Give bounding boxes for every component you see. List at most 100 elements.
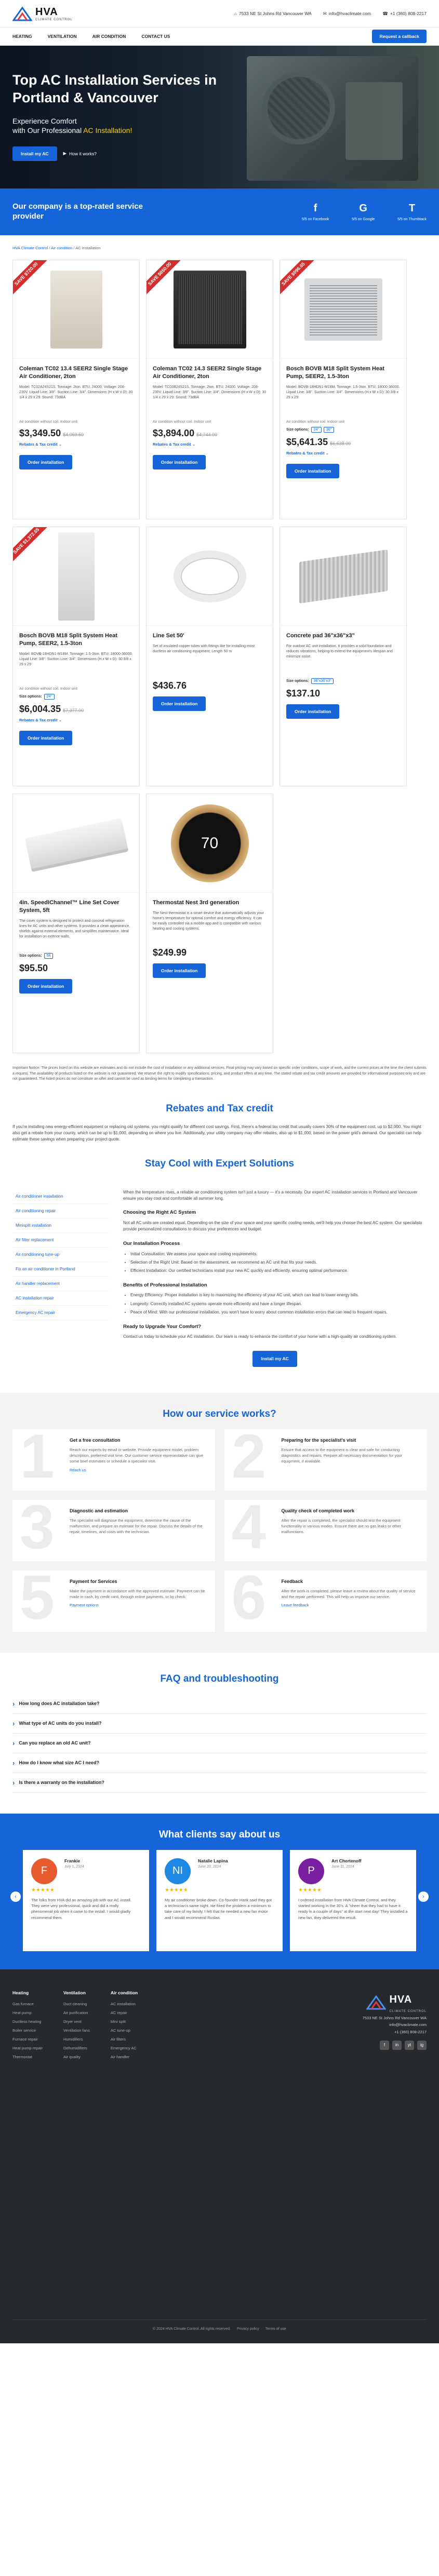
how-it-works-link[interactable]: ▶ How it works? xyxy=(63,151,97,156)
product-name[interactable]: Coleman TC02 13.4 SEER2 Single Stage Air… xyxy=(19,365,133,381)
product-name[interactable]: 4in. SpeedIChannel™ Line Set Cover Syste… xyxy=(19,899,133,915)
sidebar-link[interactable]: Air conditioner installation xyxy=(12,1189,109,1204)
footer-link[interactable]: Heat pump xyxy=(12,2010,43,2015)
size-option[interactable]: 36" xyxy=(323,426,335,433)
nav-air-condition[interactable]: AIR CONDITION xyxy=(92,34,126,39)
footer-link[interactable]: Gas furnace xyxy=(12,2002,43,2006)
install-my-ac-button[interactable]: Install my AC xyxy=(12,146,57,161)
rebates-link[interactable]: Rebates & Tax credit ⌄ xyxy=(19,718,133,722)
order-installation-button[interactable]: Order installation xyxy=(19,978,73,994)
rating-facebook[interactable]: f 5/5 on Facebook xyxy=(302,203,329,221)
privacy-link[interactable]: Privacy policy xyxy=(237,2327,259,2331)
logo[interactable]: HVA CLIMATE CONTROL xyxy=(12,6,73,21)
size-option[interactable]: 24" xyxy=(311,426,322,433)
sidebar-link[interactable]: Emergency AC repair xyxy=(12,1306,109,1320)
nav-heating[interactable]: HEATING xyxy=(12,34,32,39)
footer-link[interactable]: Air purification xyxy=(63,2010,90,2015)
footer-link[interactable]: Emergency AC xyxy=(111,2046,138,2050)
order-installation-button[interactable]: Order installation xyxy=(153,454,206,469)
install-my-ac-button-2[interactable]: Install my AC xyxy=(252,1350,297,1367)
footer-logo[interactable]: HVA CLIMATE CONTROL xyxy=(363,1990,427,2015)
sidebar-link[interactable]: Air conditioning repair xyxy=(12,1204,109,1218)
terms-link[interactable]: Terms of use xyxy=(265,2327,286,2331)
step-link[interactable]: Leave feedback xyxy=(282,1603,419,1607)
footer-link[interactable]: AC installation xyxy=(111,2002,138,2006)
nav-contact-us[interactable]: CONTACT US xyxy=(141,34,170,39)
phone-text[interactable]: +1 (360) 808-2217 xyxy=(390,11,427,16)
rebates-link[interactable]: Rebates & Tax credit ⌄ xyxy=(19,442,133,447)
breadcrumb-air-condition[interactable]: Air condition xyxy=(51,246,72,250)
footer-link[interactable]: Air quality xyxy=(63,2055,90,2059)
footer-link[interactable]: Boiler service xyxy=(12,2028,43,2033)
footer-link[interactable]: Ventilation fans xyxy=(63,2028,90,2033)
breadcrumb-home[interactable]: HVA Climate Control xyxy=(12,246,48,250)
footer-email[interactable]: info@hvaclimate.com xyxy=(363,2021,427,2029)
faq-item[interactable]: What type of AC units do you install? xyxy=(12,1714,427,1734)
footer-link[interactable]: Thermostat xyxy=(12,2055,43,2059)
faq-item[interactable]: Is there a warranty on the installation? xyxy=(12,1773,427,1793)
footer-link[interactable]: AC tune-up xyxy=(111,2028,138,2033)
footer-link[interactable]: Dehumidifiers xyxy=(63,2046,90,2050)
sidebar-link[interactable]: Fix an air conditioner in Portland xyxy=(12,1262,109,1277)
request-callback-button[interactable]: Request a callback xyxy=(372,30,427,43)
product-image-wrap[interactable] xyxy=(280,527,406,626)
sidebar-link[interactable]: AC installation repair xyxy=(12,1291,109,1306)
rating-google[interactable]: G 5/5 on Google xyxy=(352,203,375,221)
product-image-wrap[interactable] xyxy=(13,794,139,893)
rebates-link[interactable]: Rebates & Tax credit ⌄ xyxy=(153,442,267,447)
footer-link[interactable]: Humidifiers xyxy=(63,2037,90,2042)
footer-link[interactable]: Heat pump repair xyxy=(12,2046,43,2050)
footer-link[interactable]: Mini split xyxy=(111,2019,138,2024)
order-installation-button[interactable]: Order installation xyxy=(153,963,206,978)
footer-link[interactable]: Air handler xyxy=(111,2055,138,2059)
linkedin-icon[interactable]: in xyxy=(392,2041,402,2050)
product-image-wrap[interactable] xyxy=(147,527,273,626)
product-name[interactable]: Bosch BOVB M18 Split System Heat Pump, S… xyxy=(286,365,400,381)
order-installation-button[interactable]: Order installation xyxy=(286,463,340,478)
footer-phone[interactable]: +1 (360) 808-2217 xyxy=(363,2029,427,2036)
faq-item[interactable]: How do I know what size AC I need? xyxy=(12,1753,427,1773)
sidebar-link[interactable]: Air filter replacement xyxy=(12,1233,109,1247)
product-name[interactable]: Thermostat Nest 3rd generation xyxy=(153,899,267,907)
footer-link[interactable]: AC repair xyxy=(111,2010,138,2015)
order-installation-button[interactable]: Order installation xyxy=(19,730,73,745)
order-installation-button[interactable]: Order installation xyxy=(153,696,206,711)
step-link[interactable]: Payment options xyxy=(70,1603,207,1607)
footer-link[interactable]: Dryer vent xyxy=(63,2019,90,2024)
footer-link[interactable]: Air filters xyxy=(111,2037,138,2042)
phone[interactable]: ☎ +1 (360) 808-2217 xyxy=(382,11,427,17)
price-value: $95.50 xyxy=(19,962,48,973)
instagram-icon[interactable]: ig xyxy=(417,2041,427,2050)
product-card: SAVE $720.00 Coleman TC02 13.4 SEER2 Sin… xyxy=(12,260,140,519)
footer-link[interactable]: Duct cleaning xyxy=(63,2002,90,2006)
nav-ventilation[interactable]: VENTILATION xyxy=(48,34,77,39)
footer-link[interactable]: Ductless heating xyxy=(12,2019,43,2024)
rebates-link[interactable]: Rebates & Tax credit ⌄ xyxy=(286,451,400,455)
product-name[interactable]: Coleman TC02 14.3 SEER2 Single Stage Air… xyxy=(153,365,267,381)
how-section: How our service works? 1 Get a free cons… xyxy=(0,1392,439,1653)
next-arrow-icon[interactable]: › xyxy=(418,1891,429,1902)
sidebar-link[interactable]: Minisplit installation xyxy=(12,1218,109,1233)
size-option[interactable]: 5ft xyxy=(44,952,54,959)
order-installation-button[interactable]: Order installation xyxy=(286,704,340,719)
size-option[interactable]: 24" xyxy=(44,693,55,700)
email-text[interactable]: info@hvaclimate.com xyxy=(329,11,371,16)
size-option[interactable]: 36"x36"x3" xyxy=(311,678,334,684)
sidebar-link[interactable]: Air handler replacement xyxy=(12,1277,109,1291)
rating-thumbtack[interactable]: T 5/5 on Thumbtack xyxy=(397,203,427,221)
facebook-icon[interactable]: f xyxy=(380,2041,389,2050)
product-name[interactable]: Concrete pad 36"x36"x3" xyxy=(286,632,400,640)
step-link[interactable]: Reach us xyxy=(70,1468,207,1472)
email[interactable]: ✉ info@hvaclimate.com xyxy=(323,11,371,17)
faq-item[interactable]: Can you replace an old AC unit? xyxy=(12,1734,427,1753)
product-name[interactable]: Bosch BOVB M18 Split System Heat Pump, S… xyxy=(19,632,133,648)
product-name[interactable]: Line Set 50' xyxy=(153,632,267,640)
prev-arrow-icon[interactable]: ‹ xyxy=(10,1891,21,1902)
faq-item[interactable]: How long does AC installation take? xyxy=(12,1694,427,1714)
reviews-carousel: ‹ F Frankie July 1, 2024 ★★★★★ The folks … xyxy=(10,1849,429,1951)
sidebar-link[interactable]: Air conditioning tune-up xyxy=(12,1247,109,1262)
youtube-icon[interactable]: yt xyxy=(405,2041,414,2050)
footer-link[interactable]: Furnace repair xyxy=(12,2037,43,2042)
product-image-wrap[interactable]: 70 xyxy=(147,794,273,893)
order-installation-button[interactable]: Order installation xyxy=(19,454,73,469)
